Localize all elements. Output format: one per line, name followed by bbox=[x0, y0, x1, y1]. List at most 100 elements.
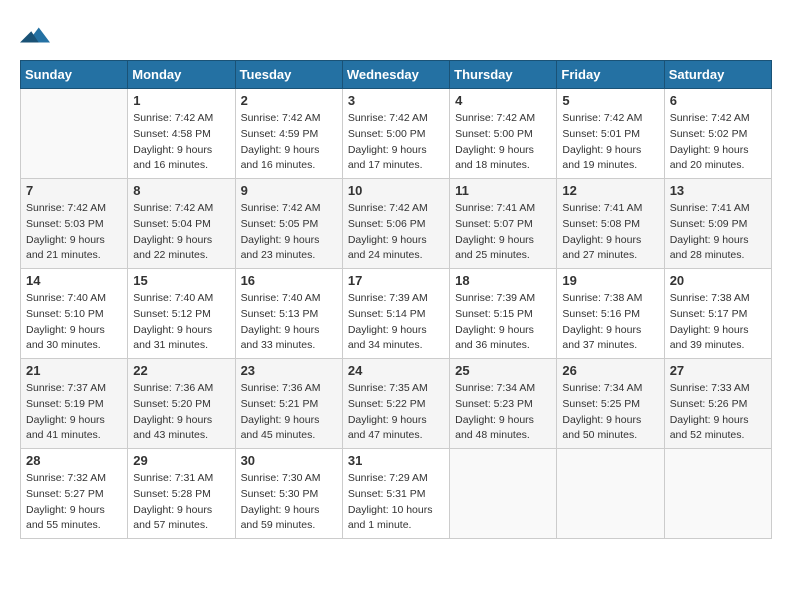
day-number: 22 bbox=[133, 363, 229, 378]
calendar-cell: 30 Sunrise: 7:30 AMSunset: 5:30 PMDayligh… bbox=[235, 449, 342, 539]
day-number: 11 bbox=[455, 183, 551, 198]
calendar-cell bbox=[450, 449, 557, 539]
week-row-4: 28Sunrise: 7:32 AMSunset: 5:27 PMDayligh… bbox=[21, 449, 772, 539]
day-number: 4 bbox=[455, 93, 551, 108]
day-info: Sunrise: 7:41 AMSunset: 5:08 PMDaylight:… bbox=[562, 201, 658, 264]
calendar-cell: 19 Sunrise: 7:38 AMSunset: 5:16 PMDayligh… bbox=[557, 269, 664, 359]
header-sunday: Sunday bbox=[21, 61, 128, 89]
calendar-cell bbox=[557, 449, 664, 539]
calendar-cell: 17Sunrise: 7:39 AMSunset: 5:14 PMDayligh… bbox=[342, 269, 449, 359]
calendar-cell: 18Sunrise: 7:39 AMSunset: 5:15 PMDayligh… bbox=[450, 269, 557, 359]
header-thursday: Thursday bbox=[450, 61, 557, 89]
calendar-cell: 15Sunrise: 7:40 AMSunset: 5:12 PMDayligh… bbox=[128, 269, 235, 359]
day-number: 18 bbox=[455, 273, 551, 288]
calendar-cell: 29Sunrise: 7:31 AMSunset: 5:28 PMDayligh… bbox=[128, 449, 235, 539]
day-number: 25 bbox=[455, 363, 551, 378]
calendar-cell: 31Sunrise: 7:29 AMSunset: 5:31 PMDayligh… bbox=[342, 449, 449, 539]
day-info: Sunrise: 7:40 AMSunset: 5:13 PMDaylight:… bbox=[241, 291, 337, 354]
logo-icon bbox=[20, 20, 50, 50]
day-info: Sunrise: 7:42 AMSunset: 5:04 PMDaylight:… bbox=[133, 201, 229, 264]
day-number: 20 bbox=[670, 273, 766, 288]
day-info: Sunrise: 7:42 AMSunset: 5:03 PMDaylight:… bbox=[26, 201, 122, 264]
day-info: Sunrise: 7:42 AMSunset: 5:06 PMDaylight:… bbox=[348, 201, 444, 264]
page-header bbox=[20, 20, 772, 50]
day-number: 31 bbox=[348, 453, 444, 468]
day-info: Sunrise: 7:42 AMSunset: 5:01 PMDaylight:… bbox=[562, 111, 658, 174]
day-info: Sunrise: 7:42 AMSunset: 4:58 PMDaylight:… bbox=[133, 111, 229, 174]
day-info: Sunrise: 7:42 AMSunset: 4:59 PMDaylight:… bbox=[241, 111, 337, 174]
day-info: Sunrise: 7:42 AMSunset: 5:05 PMDaylight:… bbox=[241, 201, 337, 264]
calendar-cell: 23 Sunrise: 7:36 AMSunset: 5:21 PMDayligh… bbox=[235, 359, 342, 449]
header-friday: Friday bbox=[557, 61, 664, 89]
day-info: Sunrise: 7:40 AMSunset: 5:12 PMDaylight:… bbox=[133, 291, 229, 354]
day-info: Sunrise: 7:34 AMSunset: 5:25 PMDaylight:… bbox=[562, 381, 658, 444]
week-row-1: 7 Sunrise: 7:42 AMSunset: 5:03 PMDaylight… bbox=[21, 179, 772, 269]
day-number: 17 bbox=[348, 273, 444, 288]
day-number: 2 bbox=[241, 93, 337, 108]
calendar-cell: 22 Sunrise: 7:36 AMSunset: 5:20 PMDayligh… bbox=[128, 359, 235, 449]
day-number: 6 bbox=[670, 93, 766, 108]
day-number: 23 bbox=[241, 363, 337, 378]
day-number: 27 bbox=[670, 363, 766, 378]
day-number: 21 bbox=[26, 363, 122, 378]
calendar-cell: 3 Sunrise: 7:42 AMSunset: 5:00 PMDaylight… bbox=[342, 89, 449, 179]
calendar-cell: 2 Sunrise: 7:42 AMSunset: 4:59 PMDaylight… bbox=[235, 89, 342, 179]
header-tuesday: Tuesday bbox=[235, 61, 342, 89]
day-number: 19 bbox=[562, 273, 658, 288]
day-info: Sunrise: 7:35 AMSunset: 5:22 PMDaylight:… bbox=[348, 381, 444, 444]
calendar-cell: 12Sunrise: 7:41 AMSunset: 5:08 PMDayligh… bbox=[557, 179, 664, 269]
calendar-cell: 26Sunrise: 7:34 AMSunset: 5:25 PMDayligh… bbox=[557, 359, 664, 449]
week-row-0: 1 Sunrise: 7:42 AMSunset: 4:58 PMDaylight… bbox=[21, 89, 772, 179]
day-number: 30 bbox=[241, 453, 337, 468]
week-row-2: 14Sunrise: 7:40 AMSunset: 5:10 PMDayligh… bbox=[21, 269, 772, 359]
day-number: 9 bbox=[241, 183, 337, 198]
calendar-table: SundayMondayTuesdayWednesdayThursdayFrid… bbox=[20, 60, 772, 539]
day-info: Sunrise: 7:41 AMSunset: 5:09 PMDaylight:… bbox=[670, 201, 766, 264]
calendar-cell: 10 Sunrise: 7:42 AMSunset: 5:06 PMDayligh… bbox=[342, 179, 449, 269]
calendar-cell: 28Sunrise: 7:32 AMSunset: 5:27 PMDayligh… bbox=[21, 449, 128, 539]
day-info: Sunrise: 7:30 AMSunset: 5:30 PMDaylight:… bbox=[241, 471, 337, 534]
calendar-cell: 27 Sunrise: 7:33 AMSunset: 5:26 PMDayligh… bbox=[664, 359, 771, 449]
day-number: 8 bbox=[133, 183, 229, 198]
calendar-cell: 13 Sunrise: 7:41 AMSunset: 5:09 PMDayligh… bbox=[664, 179, 771, 269]
day-info: Sunrise: 7:32 AMSunset: 5:27 PMDaylight:… bbox=[26, 471, 122, 534]
calendar-cell: 9 Sunrise: 7:42 AMSunset: 5:05 PMDaylight… bbox=[235, 179, 342, 269]
calendar-cell bbox=[664, 449, 771, 539]
calendar-cell: 5 Sunrise: 7:42 AMSunset: 5:01 PMDaylight… bbox=[557, 89, 664, 179]
day-info: Sunrise: 7:36 AMSunset: 5:21 PMDaylight:… bbox=[241, 381, 337, 444]
day-number: 1 bbox=[133, 93, 229, 108]
day-number: 10 bbox=[348, 183, 444, 198]
day-info: Sunrise: 7:38 AMSunset: 5:16 PMDaylight:… bbox=[562, 291, 658, 354]
calendar-cell: 16 Sunrise: 7:40 AMSunset: 5:13 PMDayligh… bbox=[235, 269, 342, 359]
day-info: Sunrise: 7:37 AMSunset: 5:19 PMDaylight:… bbox=[26, 381, 122, 444]
day-info: Sunrise: 7:42 AMSunset: 5:00 PMDaylight:… bbox=[455, 111, 551, 174]
day-info: Sunrise: 7:42 AMSunset: 5:02 PMDaylight:… bbox=[670, 111, 766, 174]
calendar-cell: 21 Sunrise: 7:37 AMSunset: 5:19 PMDayligh… bbox=[21, 359, 128, 449]
day-number: 24 bbox=[348, 363, 444, 378]
day-number: 5 bbox=[562, 93, 658, 108]
header-row: SundayMondayTuesdayWednesdayThursdayFrid… bbox=[21, 61, 772, 89]
calendar-cell: 8 Sunrise: 7:42 AMSunset: 5:04 PMDaylight… bbox=[128, 179, 235, 269]
day-info: Sunrise: 7:33 AMSunset: 5:26 PMDaylight:… bbox=[670, 381, 766, 444]
calendar-cell: 6 Sunrise: 7:42 AMSunset: 5:02 PMDaylight… bbox=[664, 89, 771, 179]
day-info: Sunrise: 7:40 AMSunset: 5:10 PMDaylight:… bbox=[26, 291, 122, 354]
day-number: 3 bbox=[348, 93, 444, 108]
day-info: Sunrise: 7:41 AMSunset: 5:07 PMDaylight:… bbox=[455, 201, 551, 264]
day-info: Sunrise: 7:34 AMSunset: 5:23 PMDaylight:… bbox=[455, 381, 551, 444]
calendar-cell: 11 Sunrise: 7:41 AMSunset: 5:07 PMDayligh… bbox=[450, 179, 557, 269]
day-info: Sunrise: 7:42 AMSunset: 5:00 PMDaylight:… bbox=[348, 111, 444, 174]
header-monday: Monday bbox=[128, 61, 235, 89]
day-number: 13 bbox=[670, 183, 766, 198]
calendar-cell: 14Sunrise: 7:40 AMSunset: 5:10 PMDayligh… bbox=[21, 269, 128, 359]
day-info: Sunrise: 7:36 AMSunset: 5:20 PMDaylight:… bbox=[133, 381, 229, 444]
calendar-cell bbox=[21, 89, 128, 179]
day-number: 16 bbox=[241, 273, 337, 288]
day-number: 7 bbox=[26, 183, 122, 198]
header-wednesday: Wednesday bbox=[342, 61, 449, 89]
header-saturday: Saturday bbox=[664, 61, 771, 89]
calendar-cell: 24 Sunrise: 7:35 AMSunset: 5:22 PMDayligh… bbox=[342, 359, 449, 449]
calendar-cell: 1 Sunrise: 7:42 AMSunset: 4:58 PMDaylight… bbox=[128, 89, 235, 179]
calendar-cell: 4 Sunrise: 7:42 AMSunset: 5:00 PMDaylight… bbox=[450, 89, 557, 179]
logo bbox=[20, 20, 56, 50]
day-number: 29 bbox=[133, 453, 229, 468]
